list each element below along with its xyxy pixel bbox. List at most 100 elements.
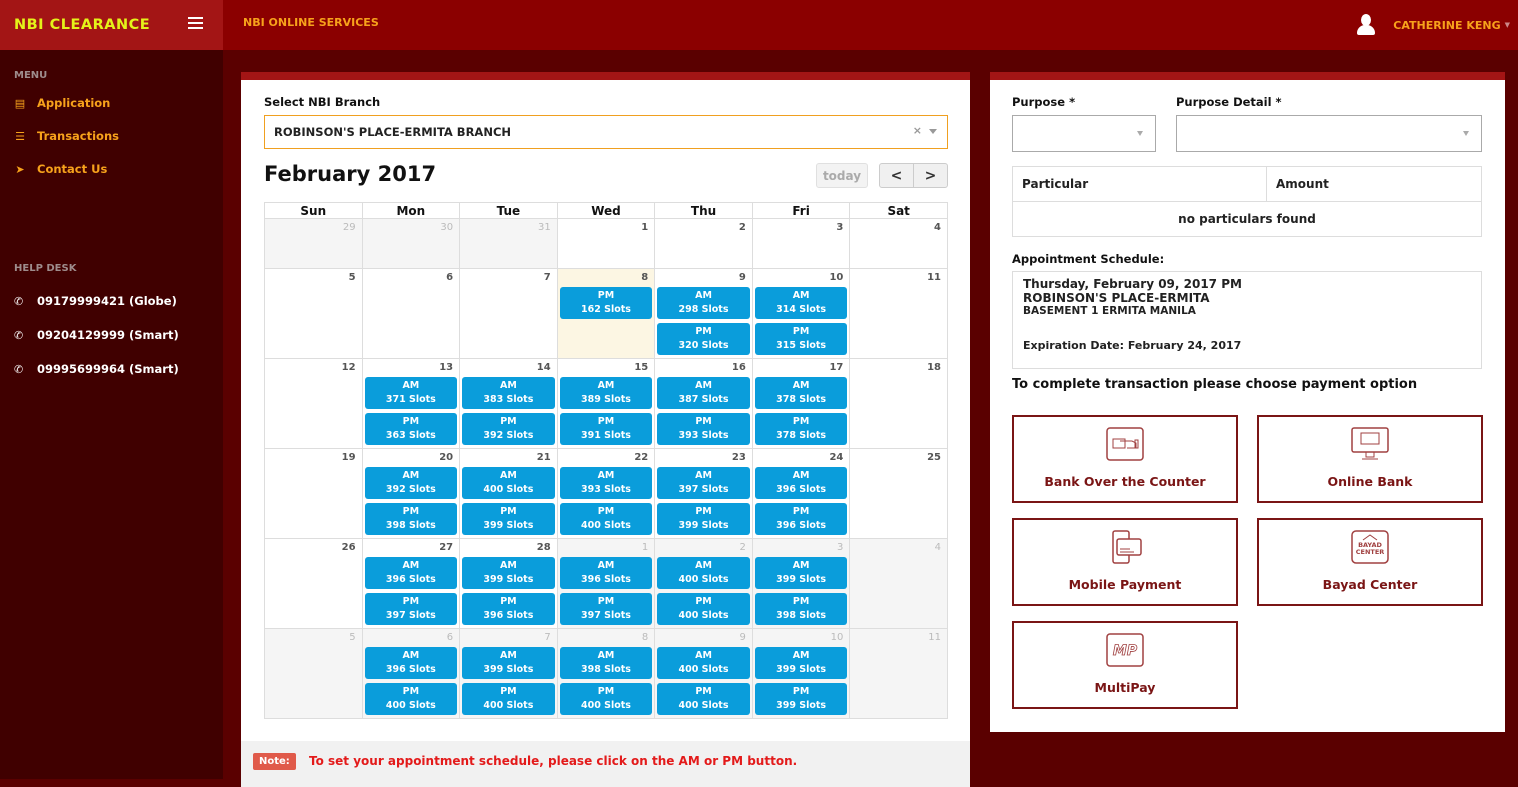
slot-count: 398 Slots bbox=[580, 664, 631, 675]
am-slot-button[interactable]: AM 393 Slots bbox=[559, 467, 653, 499]
prev-month-button[interactable]: < bbox=[880, 164, 914, 187]
slot-period: PM bbox=[402, 416, 420, 427]
purpose-detail-select[interactable] bbox=[1176, 115, 1482, 152]
payment-option-bank-counter[interactable]: Bank Over the Counter bbox=[1012, 415, 1238, 503]
expiration-date: Expiration Date: February 24, 2017 bbox=[1023, 339, 1242, 352]
pm-slot-button[interactable]: PM 396 Slots bbox=[462, 593, 555, 625]
payment-option-label: Bank Over the Counter bbox=[1044, 474, 1206, 489]
pm-slot-button[interactable]: PM 398 Slots bbox=[364, 503, 458, 535]
am-slot-button[interactable]: AM 398 Slots bbox=[559, 647, 653, 679]
am-slot-button[interactable]: AM 314 Slots bbox=[754, 287, 848, 319]
online-bank-icon bbox=[1351, 427, 1389, 460]
user-menu[interactable]: CATHERINE KENG ▼ bbox=[1357, 14, 1510, 36]
am-slot-button[interactable]: AM 396 Slots bbox=[754, 467, 848, 499]
day-number: 15 bbox=[634, 362, 649, 373]
sidebar-item-transactions[interactable]: ☰ Transactions bbox=[14, 129, 119, 143]
am-slot-button[interactable]: AM 378 Slots bbox=[754, 377, 848, 409]
am-slot-button[interactable]: AM 399 Slots bbox=[754, 557, 848, 589]
pm-slot-button[interactable]: PM 400 Slots bbox=[657, 593, 750, 625]
pm-slot-button[interactable]: PM 399 Slots bbox=[462, 503, 555, 535]
payment-option-online-bank[interactable]: Online Bank bbox=[1257, 415, 1483, 503]
pm-slot-button[interactable]: PM 320 Slots bbox=[657, 323, 750, 355]
am-slot-button[interactable]: AM 371 Slots bbox=[364, 377, 458, 409]
sidebar-item-application[interactable]: ▤ Application bbox=[14, 96, 111, 110]
appointment-details: Thursday, February 09, 2017 PM ROBINSON'… bbox=[1012, 271, 1482, 369]
clear-icon[interactable]: × bbox=[913, 124, 922, 137]
branch-select[interactable]: ROBINSON'S PLACE-ERMITA BRANCH × bbox=[264, 115, 948, 149]
slot-count: 397 Slots bbox=[385, 610, 436, 621]
slot-period: PM bbox=[792, 596, 810, 607]
purpose-select[interactable] bbox=[1012, 115, 1156, 152]
user-name: CATHERINE KENG bbox=[1393, 18, 1501, 32]
day-number: 6 bbox=[446, 272, 454, 283]
am-slot-button[interactable]: AM 400 Slots bbox=[657, 557, 750, 589]
slot-period: AM bbox=[792, 470, 810, 481]
today-button[interactable]: today bbox=[816, 163, 868, 188]
pm-slot-button[interactable]: PM 378 Slots bbox=[754, 413, 848, 445]
next-month-button[interactable]: > bbox=[914, 164, 947, 187]
slot-period: PM bbox=[597, 506, 615, 517]
pm-slot-button[interactable]: PM 397 Slots bbox=[559, 593, 653, 625]
day-number: 8 bbox=[641, 272, 649, 283]
slot-period: PM bbox=[500, 506, 517, 517]
pm-slot-button[interactable]: PM 393 Slots bbox=[657, 413, 750, 445]
am-slot-button[interactable]: AM 400 Slots bbox=[657, 647, 750, 679]
pm-slot-button[interactable]: PM 400 Slots bbox=[559, 503, 653, 535]
am-slot-button[interactable]: AM 389 Slots bbox=[559, 377, 653, 409]
calendar-day: 16 AM 387 Slots PM 393 Slots bbox=[654, 358, 753, 449]
slot-period: AM bbox=[695, 560, 712, 571]
am-slot-button[interactable]: AM 396 Slots bbox=[364, 557, 458, 589]
pm-slot-button[interactable]: PM 363 Slots bbox=[364, 413, 458, 445]
am-slot-button[interactable]: AM 397 Slots bbox=[657, 467, 750, 499]
top-navbar: NBI CLEARANCE NBI ONLINE SERVICES CATHER… bbox=[0, 0, 1518, 50]
am-slot-button[interactable]: AM 396 Slots bbox=[364, 647, 458, 679]
am-slot-button[interactable]: AM 399 Slots bbox=[462, 557, 555, 589]
am-slot-button[interactable]: AM 392 Slots bbox=[364, 467, 458, 499]
slot-period: PM bbox=[695, 416, 712, 427]
pm-slot-button[interactable]: PM 400 Slots bbox=[657, 683, 750, 715]
brand-title[interactable]: NBI CLEARANCE bbox=[14, 17, 150, 33]
payment-option-multipay[interactable]: MP MultiPay bbox=[1012, 621, 1238, 709]
am-slot-button[interactable]: AM 383 Slots bbox=[462, 377, 555, 409]
calendar-day: 23 AM 397 Slots PM 399 Slots bbox=[654, 448, 753, 539]
pm-slot-button[interactable]: PM 399 Slots bbox=[657, 503, 750, 535]
slot-count: 396 Slots bbox=[385, 574, 436, 585]
pm-slot-button[interactable]: PM 399 Slots bbox=[754, 683, 848, 715]
payment-option-mobile-payment[interactable]: Mobile Payment bbox=[1012, 518, 1238, 606]
pm-slot-button[interactable]: PM 397 Slots bbox=[364, 593, 458, 625]
day-number: 16 bbox=[731, 362, 746, 373]
slot-period: AM bbox=[597, 650, 615, 661]
pm-slot-button[interactable]: PM 391 Slots bbox=[559, 413, 653, 445]
pm-slot-button[interactable]: PM 396 Slots bbox=[754, 503, 848, 535]
phone-icon: ✆ bbox=[14, 328, 24, 342]
pm-slot-button[interactable]: PM 398 Slots bbox=[754, 593, 848, 625]
user-avatar-icon bbox=[1357, 14, 1376, 36]
weekday-header: Thu bbox=[654, 202, 753, 219]
slot-count: 400 Slots bbox=[483, 700, 534, 711]
menu-toggle-icon[interactable] bbox=[188, 17, 203, 29]
am-slot-button[interactable]: AM 396 Slots bbox=[559, 557, 653, 589]
pm-slot-button[interactable]: PM 162 Slots bbox=[559, 287, 653, 319]
slot-count: 399 Slots bbox=[776, 574, 827, 585]
pm-slot-button[interactable]: PM 315 Slots bbox=[754, 323, 848, 355]
month-nav: < > bbox=[879, 163, 948, 188]
am-slot-button[interactable]: AM 399 Slots bbox=[754, 647, 848, 679]
pm-slot-button[interactable]: PM 400 Slots bbox=[559, 683, 653, 715]
calendar-day: 19 bbox=[264, 448, 363, 539]
purpose-detail-label: Purpose Detail * bbox=[1176, 95, 1282, 109]
payment-option-bayad-center[interactable]: BAYAD CENTER Bayad Center bbox=[1257, 518, 1483, 606]
am-slot-button[interactable]: AM 400 Slots bbox=[462, 467, 555, 499]
am-slot-button[interactable]: AM 298 Slots bbox=[657, 287, 750, 319]
am-slot-button[interactable]: AM 387 Slots bbox=[657, 377, 750, 409]
pm-slot-button[interactable]: PM 400 Slots bbox=[462, 683, 555, 715]
transaction-panel: Purpose * Purpose Detail * Particular Am… bbox=[990, 72, 1505, 732]
sidebar-item-contact-us[interactable]: ➤ Contact Us bbox=[14, 162, 107, 176]
slot-period: PM bbox=[792, 686, 810, 697]
am-slot-button[interactable]: AM 399 Slots bbox=[462, 647, 555, 679]
slot-count: 392 Slots bbox=[483, 430, 534, 441]
slot-count: 400 Slots bbox=[483, 484, 534, 495]
slot-period: AM bbox=[402, 380, 420, 391]
slot-period: PM bbox=[597, 596, 615, 607]
pm-slot-button[interactable]: PM 392 Slots bbox=[462, 413, 555, 445]
pm-slot-button[interactable]: PM 400 Slots bbox=[364, 683, 458, 715]
